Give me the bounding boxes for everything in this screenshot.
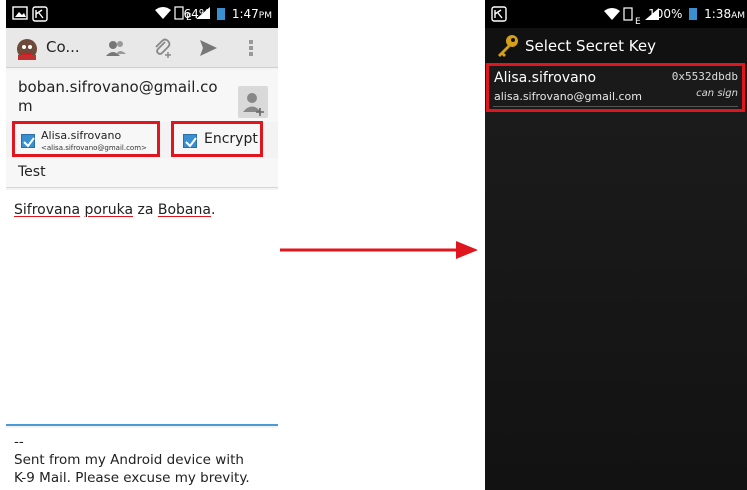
secret-key-item[interactable]: Alisa.sifrovano alisa.sifrovano@gmail.co… (486, 63, 745, 112)
sim-icon (174, 6, 184, 23)
battery-icon (217, 8, 226, 20)
screen-title: Co... (46, 38, 80, 56)
k9-icon (32, 6, 48, 25)
add-contact-icon (238, 93, 268, 122)
edge-icon: E (635, 10, 643, 29)
k9-app-icon[interactable] (14, 36, 38, 60)
to-field[interactable]: boban.sifrovano@gmail.com (18, 78, 218, 116)
battery-icon (689, 8, 698, 20)
screenshot-canvas: E 64% 1:47PM Co... boban.sifrovano@gmail… (0, 0, 747, 490)
status-bar: E 64% 1:47PM (6, 0, 278, 28)
svg-text:E: E (635, 17, 641, 25)
subject-row: Test (6, 158, 278, 188)
signature-line: Sent from my Android device with (14, 452, 244, 468)
k9-icon (491, 6, 507, 26)
status-text: 100% 1:38AM (648, 7, 745, 21)
body-word: Bobana (157, 202, 211, 218)
body-punct: . (210, 202, 216, 218)
picture-icon (12, 6, 28, 23)
action-bar: Select Secret Key (485, 28, 747, 64)
select-key-screen: E 100% 1:38AM Select Secret Key Alisa.si… (485, 0, 747, 490)
overflow-menu-icon[interactable] (246, 36, 270, 60)
to-field-row: boban.sifrovano@gmail.com (6, 70, 278, 122)
sign-checkbox[interactable] (21, 134, 35, 148)
body-word: Sifrovana (14, 202, 81, 218)
key-user-name: Alisa.sifrovano (494, 70, 597, 86)
signature-line: K-9 Mail. Please excuse my brevity. (14, 470, 250, 486)
attach-contact-icon[interactable] (104, 36, 128, 60)
signer-highlight: Alisa.sifrovano <alisa.sifrovano@gmail.c… (12, 121, 160, 157)
key-id: 0x5532dbdb (671, 70, 738, 83)
encrypt-highlight: Encrypt (171, 121, 263, 157)
encrypt-checkbox[interactable] (183, 134, 197, 148)
signature-separator: -- (14, 434, 24, 450)
signature-area: -- Sent from my Android device with K-9 … (6, 428, 278, 490)
body-word: za (137, 202, 154, 218)
key-icon[interactable] (495, 33, 521, 63)
subject-field[interactable]: Test (18, 164, 46, 180)
divider (493, 106, 738, 107)
key-capability: can sign (696, 88, 738, 99)
body-word: poruka (84, 202, 134, 218)
send-icon[interactable] (196, 36, 220, 60)
status-text: 64% 1:47PM (183, 7, 272, 21)
screen-title: Select Secret Key (525, 37, 656, 55)
key-user-email: alisa.sifrovano@gmail.com (494, 90, 642, 103)
flow-arrow (280, 238, 480, 262)
status-bar: E 100% 1:38AM (485, 0, 747, 28)
add-contact-button[interactable] (238, 86, 268, 118)
encrypt-label: Encrypt (204, 131, 258, 147)
message-body-text: Sifrovana poruka za Bobana. (14, 202, 215, 218)
wifi-icon (154, 6, 172, 23)
compose-screen: E 64% 1:47PM Co... boban.sifrovano@gmail… (6, 0, 278, 490)
message-body-field[interactable]: Sifrovana poruka za Bobana. (6, 190, 278, 426)
signer-email: <alisa.sifrovano@gmail.com> (41, 144, 147, 152)
attachment-icon[interactable] (150, 36, 174, 60)
sim-icon (623, 6, 633, 25)
signer-name: Alisa.sifrovano (41, 129, 122, 142)
action-bar: Co... (6, 28, 278, 68)
wifi-icon (603, 6, 621, 25)
